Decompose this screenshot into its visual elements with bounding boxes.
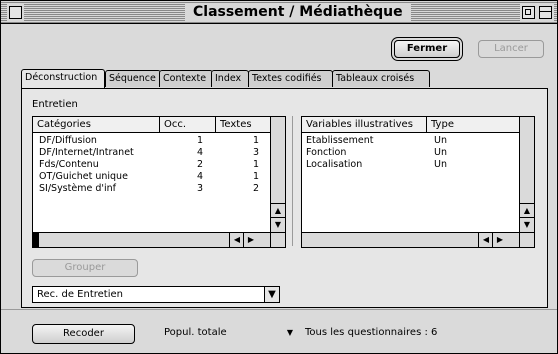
questionnaire-count-status: Tous les questionnaires : 6 (305, 327, 438, 338)
tab-sequence[interactable]: Séquence (105, 70, 161, 87)
list-item[interactable]: DF/Internet/Intranet 4 3 (33, 147, 271, 159)
scroll-down-arrow-icon[interactable]: ▼ (520, 217, 534, 232)
variable-type: Un (434, 159, 447, 170)
category-textes: 1 (253, 171, 260, 182)
tab-textes-codifies[interactable]: Textes codifiés (248, 70, 333, 87)
variable-name: Fonction (306, 147, 347, 158)
scroll-corner (519, 232, 534, 247)
population-select-value: Popul. totale (164, 327, 227, 338)
close-button[interactable]: Fermer (394, 40, 460, 58)
col-header-categories[interactable]: Catégories (33, 117, 160, 132)
variables-vscrollbar[interactable]: ▲ ▼ (519, 117, 534, 232)
variable-type: Un (434, 135, 447, 146)
variables-list-header: Variables illustratives Type (302, 117, 520, 133)
window-title: Classement / Médiathèque (185, 3, 411, 21)
tab-contexte[interactable]: Contexte (159, 70, 213, 87)
category-occ: 2 (197, 159, 204, 170)
category-name: Fds/Contenu (39, 159, 99, 170)
category-name: SI/Système d'inf (39, 183, 116, 194)
category-name: DF/Internet/Intranet (39, 147, 134, 158)
category-occ: 1 (197, 135, 204, 146)
col-header-variables[interactable]: Variables illustratives (302, 117, 427, 132)
group-button[interactable]: Grouper (32, 259, 138, 277)
tab-panel-deconstruction: Entretien Catégories Occ. Textes DF/Diff… (21, 88, 548, 308)
variable-name: Etablissement (306, 135, 374, 146)
population-select[interactable]: Popul. totale ▼ (160, 325, 297, 341)
footer-divider (1, 309, 557, 310)
list-item[interactable]: Fds/Contenu 2 1 (33, 159, 271, 171)
category-textes: 1 (253, 159, 260, 170)
list-item[interactable]: Localisation Un (302, 159, 520, 171)
list-item[interactable]: DF/Diffusion 1 1 (33, 135, 271, 147)
variable-name: Localisation (306, 159, 363, 170)
panel-divider (292, 116, 293, 246)
collapse-box-icon[interactable] (539, 6, 552, 19)
scroll-left-arrow-icon[interactable]: ◀ (478, 233, 493, 247)
col-header-textes[interactable]: Textes (216, 117, 271, 132)
category-occ: 4 (197, 171, 204, 182)
rec-select[interactable]: Rec. de Entretien ▼ (32, 286, 280, 303)
list-item[interactable]: SI/Système d'inf 3 2 (33, 183, 271, 195)
categories-list[interactable]: Catégories Occ. Textes DF/Diffusion 1 1 … (32, 116, 286, 248)
scroll-right-arrow-icon[interactable]: ▶ (243, 233, 258, 247)
scroll-thumb[interactable] (33, 233, 39, 247)
category-textes: 1 (253, 135, 260, 146)
list-item[interactable]: OT/Guichet unique 4 1 (33, 171, 271, 183)
category-occ: 3 (197, 183, 204, 194)
zoom-box-icon[interactable] (522, 6, 535, 19)
list-item[interactable]: Etablissement Un (302, 135, 520, 147)
category-textes: 3 (253, 147, 260, 158)
close-box-icon[interactable] (9, 6, 22, 19)
classement-window: Classement / Médiathèque Fermer Lancer D… (0, 0, 558, 354)
category-occ: 4 (197, 147, 204, 158)
dropdown-arrow-icon[interactable]: ▼ (264, 287, 279, 302)
categories-hscrollbar[interactable]: ◀ ▶ (33, 232, 271, 247)
title-bar[interactable]: Classement / Médiathèque (1, 1, 557, 24)
scroll-up-arrow-icon[interactable]: ▲ (271, 203, 285, 218)
entretien-label: Entretien (32, 99, 78, 110)
scroll-left-arrow-icon[interactable]: ◀ (229, 233, 244, 247)
scroll-up-arrow-icon[interactable]: ▲ (520, 203, 534, 218)
category-name: OT/Guichet unique (39, 171, 128, 182)
categories-vscrollbar[interactable]: ▲ ▼ (270, 117, 285, 232)
variables-hscrollbar[interactable]: ◀ ▶ (302, 232, 520, 247)
variables-list[interactable]: Variables illustratives Type Etablisseme… (301, 116, 535, 248)
category-name: DF/Diffusion (39, 135, 97, 146)
scroll-corner (270, 232, 285, 247)
dropdown-arrow-icon[interactable]: ▼ (287, 325, 293, 341)
variable-type: Un (434, 147, 447, 158)
col-header-occ[interactable]: Occ. (160, 117, 216, 132)
scroll-down-arrow-icon[interactable]: ▼ (271, 217, 285, 232)
tab-deconstruction[interactable]: Déconstruction (21, 69, 105, 88)
categories-list-header: Catégories Occ. Textes (33, 117, 271, 133)
list-item[interactable]: Fonction Un (302, 147, 520, 159)
tab-index[interactable]: Index (211, 70, 249, 87)
launch-button[interactable]: Lancer (478, 40, 544, 58)
rec-select-value: Rec. de Entretien (37, 289, 123, 300)
category-textes: 2 (253, 183, 260, 194)
col-header-type[interactable]: Type (427, 117, 520, 132)
recode-button[interactable]: Recoder (32, 324, 135, 344)
tab-tableaux-croises[interactable]: Tableaux croisés (332, 70, 430, 87)
scroll-right-arrow-icon[interactable]: ▶ (492, 233, 507, 247)
